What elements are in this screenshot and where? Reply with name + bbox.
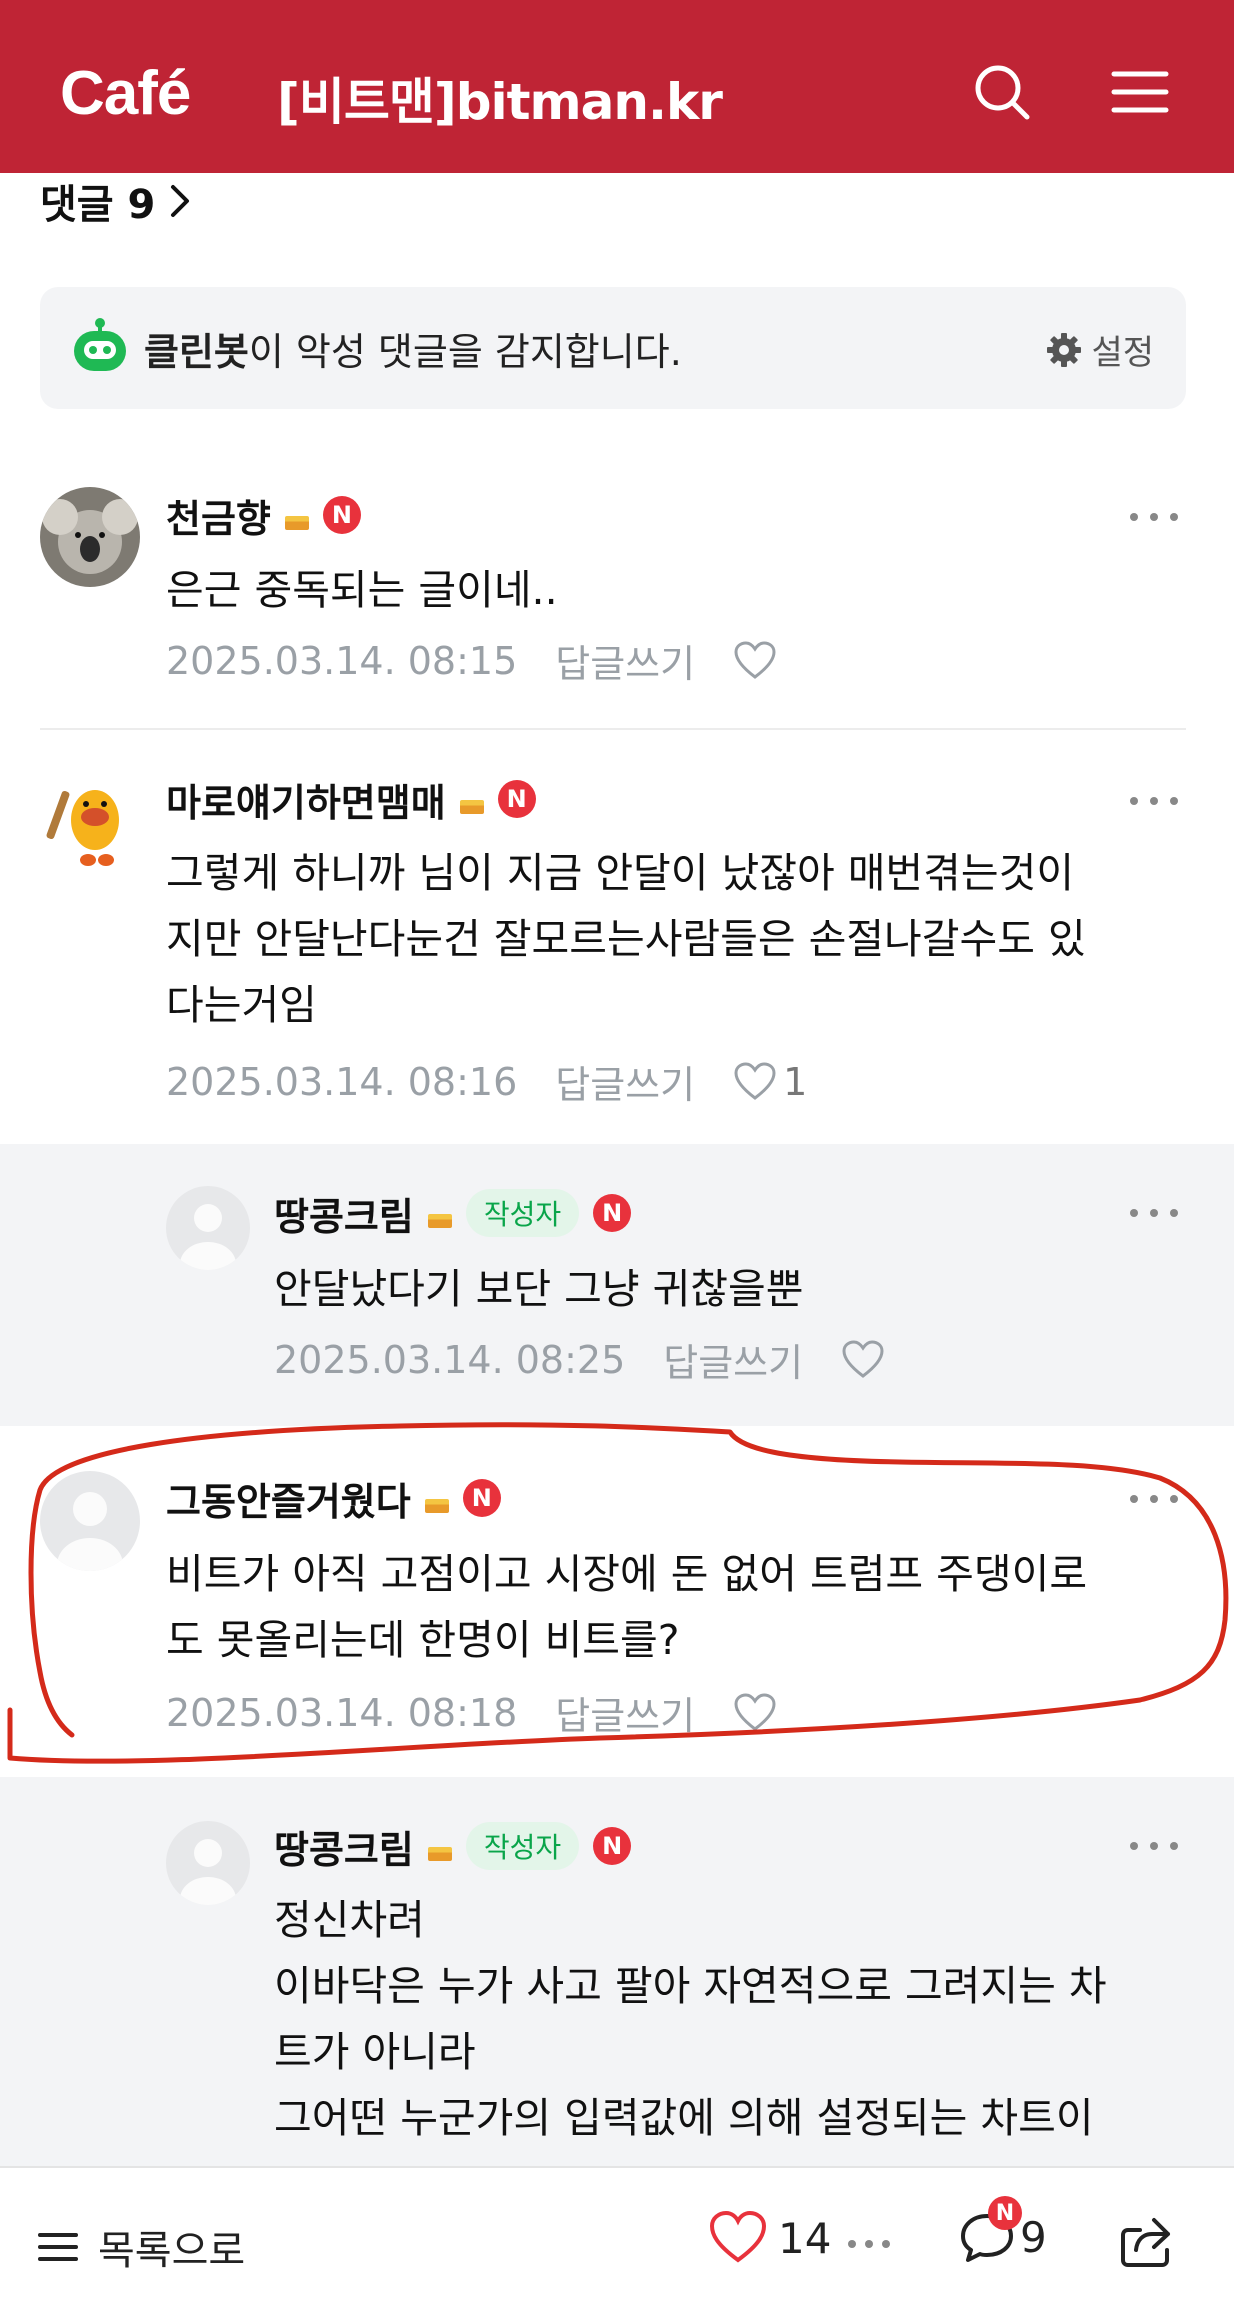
comment-text: 은근 중독되는 글이네.. [166,557,558,623]
member-level-icon [427,1847,452,1861]
comment-more-button[interactable] [1130,1203,1178,1223]
comment-author-row: 천금향 N [166,488,361,543]
comment-nickname[interactable]: 천금향 [166,488,271,543]
comment-count-link[interactable]: 댓글 9 [40,172,193,230]
post-like-count: 14 [778,2213,832,2263]
reply-item: 땅콩크림 작성자 N 정신차려 이바닥은 누가 사고 팔아 자연적으로 그려지는… [0,1777,1234,2167]
comment-meta: 2025.03.14. 08:15 답글쓰기 [166,633,777,688]
comment-text-line: 은근 중독되는 글이네.. [166,566,558,614]
chevron-right-icon [171,185,190,217]
post-like-button[interactable]: 14 [708,2210,831,2266]
comment-text-line: 비트가 아직 고점이고 시장에 돈 없어 트럼프 주댕이로 [166,1550,1088,1598]
cleanbot-settings-button[interactable]: 설정 [1045,325,1154,374]
comment-more-button[interactable] [1130,507,1178,527]
comment-item: 마로얘기하면맴매 N 그렇게 하니까 님이 지금 안달이 났잖아 매번겪는것이 … [0,730,1234,1143]
cafe-logo[interactable]: Café [60,58,191,129]
new-badge: N [988,2196,1022,2230]
comment-item: 천금향 N 은근 중독되는 글이네.. 2025.03.14. 08:15 답글… [0,455,1234,727]
comment-text-line: 그어떤 누군가의 입력값에 의해 설정되는 차트이 [274,2094,1094,2142]
comment-nickname[interactable]: 땅콩크림 [274,1186,414,1241]
comment-text-line: 다는거임 [166,981,317,1029]
cleanbot-name: 클린봇 [144,330,249,374]
comment-more-button[interactable] [1130,1836,1178,1856]
heart-icon[interactable] [733,1061,777,1102]
comment-text-line: 지만 안달난다눈건 잘모르는사람들은 손절나갈수도 있 [166,915,1086,963]
cleanbot-banner: 클린봇이 악성 댓글을 감지합니다. 설정 [40,287,1186,409]
default-avatar-icon[interactable] [40,1471,140,1571]
comment-more-button[interactable] [1130,1489,1178,1509]
default-avatar-icon[interactable] [166,1821,250,1905]
comment-text-line: 그렇게 하니까 님이 지금 안달이 났잖아 매번겪는것이 [166,849,1075,897]
share-icon[interactable] [1118,2214,1174,2270]
comment-text-line: 트가 아니라 [274,2028,476,2076]
search-icon[interactable] [972,62,1032,122]
avatar[interactable] [40,487,140,587]
comment-date: 2025.03.14. 08:18 [166,1690,518,1735]
reply-button[interactable]: 답글쓰기 [555,633,695,688]
back-to-list-label: 목록으로 [98,2228,246,2274]
avatar[interactable] [40,772,140,872]
comment-text: 비트가 아직 고점이고 시장에 돈 없어 트럼프 주댕이로 도 못올리는데 한명… [166,1541,1087,1673]
comment-nickname[interactable]: 땅콩크림 [274,1819,414,1874]
comment-count-label: 댓글 9 [40,182,156,228]
gear-icon [1047,332,1082,367]
comment-meta: 2025.03.14. 08:18 답글쓰기 [166,1685,777,1740]
comment-text: 정신차려 이바닥은 누가 사고 팔아 자연적으로 그려지는 차 트가 아니라 그… [274,1887,1107,2151]
comment-text: 그렇게 하니까 님이 지금 안달이 났잖아 매번겪는것이 지만 안달난다눈건 잘… [166,840,1086,1038]
comment-text: 안달났다기 보단 그냥 귀찮을뿐 [274,1256,803,1322]
comment-more-button[interactable] [1130,791,1178,811]
heart-icon [709,2210,767,2263]
comment-date: 2025.03.14. 08:15 [166,638,518,683]
new-badge: N [322,496,361,534]
comment-author-row: 마로얘기하면맴매 N [166,772,536,827]
default-avatar-icon[interactable] [166,1186,250,1270]
comment-author-row: 땅콩크림 작성자 N [274,1186,632,1241]
comment-meta: 2025.03.14. 08:16 답글쓰기 1 [166,1054,807,1109]
cleanbot-message: 클린봇이 악성 댓글을 감지합니다. [144,321,682,376]
reply-button[interactable]: 답글쓰기 [663,1332,803,1387]
comment-text-line: 안달났다기 보단 그냥 귀찮을뿐 [274,1265,804,1313]
comment-date: 2025.03.14. 08:16 [166,1059,518,1104]
member-level-icon [284,516,309,530]
new-badge: N [593,1194,632,1232]
back-to-list-button[interactable]: 목록으로 [36,2218,245,2276]
comment-nickname[interactable]: 그동안즐거웠다 [166,1471,411,1526]
comment-text-line: 이바닥은 누가 사고 팔아 자연적으로 그려지는 차 [274,1962,1107,2010]
cafe-name[interactable]: [비트맨]bitman.kr [277,62,723,134]
reply-button[interactable]: 답글쓰기 [555,1685,695,1740]
comment-date: 2025.03.14. 08:25 [274,1337,626,1382]
comment-text-line: 정신차려 [274,1896,425,1944]
comment-text-line: 도 못올리는데 한명이 비트를? [166,1616,680,1664]
heart-icon[interactable] [841,1339,885,1380]
more-options-button[interactable] [848,2240,890,2248]
author-badge: 작성자 [465,1189,580,1237]
app-header: Café [비트맨]bitman.kr [0,0,1234,173]
new-badge: N [497,780,536,818]
new-badge: N [593,1827,632,1865]
bottom-action-bar: 목록으로 14 N 9 [0,2166,1234,2321]
like-count: 1 [783,1059,808,1104]
comments-button[interactable]: N 9 [958,2196,1047,2266]
cleanbot-robot-icon [74,318,126,371]
heart-icon[interactable] [733,640,777,681]
settings-label: 설정 [1091,333,1154,373]
comment-item: 그동안즐거웠다 N 비트가 아직 고점이고 시장에 돈 없어 트럼프 주댕이로 … [0,1427,1234,1775]
member-level-icon [427,1214,452,1228]
comment-meta: 2025.03.14. 08:25 답글쓰기 [274,1332,885,1387]
comment-author-row: 그동안즐거웠다 N [166,1471,501,1526]
comments-count: 9 [1020,2212,1047,2262]
member-level-icon [424,1499,449,1513]
reply-button[interactable]: 답글쓰기 [555,1054,695,1109]
heart-icon[interactable] [733,1692,777,1733]
author-badge: 작성자 [465,1822,580,1870]
new-badge: N [462,1479,501,1517]
comment-author-row: 땅콩크림 작성자 N [274,1819,632,1874]
reply-item: 땅콩크림 작성자 N 안달났다기 보단 그냥 귀찮을뿐 2025.03.14. … [0,1144,1234,1426]
list-icon [38,2233,78,2261]
hamburger-menu-icon[interactable] [1110,62,1170,122]
member-level-icon [459,800,484,814]
cleanbot-text: 이 악성 댓글을 감지합니다. [248,330,682,374]
comment-nickname[interactable]: 마로얘기하면맴매 [166,772,446,827]
